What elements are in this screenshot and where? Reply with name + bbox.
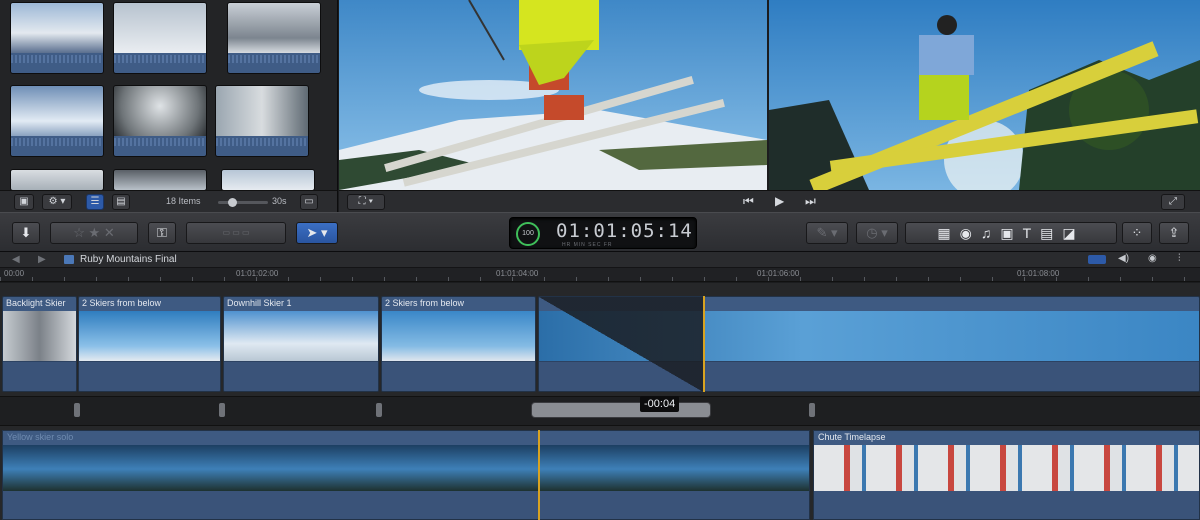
play-icon[interactable]: ▶ [775, 194, 784, 208]
import-icon[interactable]: ⬇ [12, 222, 40, 244]
next-edit-icon[interactable]: ⏭ [805, 194, 816, 209]
list-view-icon[interactable]: ▤ [112, 194, 130, 210]
clip-name: Backlight Skier [6, 298, 66, 308]
timeline-clip[interactable]: Chute Timelapse [813, 430, 1200, 520]
viewer-right-frame [769, 0, 1200, 190]
keyword-icon[interactable]: ⚿ [148, 222, 176, 244]
audio-skimming-icon[interactable]: ◀) [1118, 253, 1129, 264]
clip-thumbnail[interactable] [222, 170, 314, 190]
clip-thumbnail[interactable] [11, 3, 103, 73]
ruler-label: 01:01:04:00 [496, 269, 539, 278]
media-browser-buttons[interactable]: ▦◉♫▣T▤◪ [905, 222, 1117, 244]
ruler-label: 01:01:02:00 [236, 269, 279, 278]
fullscreen-icon[interactable]: ⤢ [1161, 194, 1185, 210]
clip-duration-setting[interactable]: 30s [272, 196, 287, 206]
ruler-label: 01:01:06:00 [757, 269, 800, 278]
sidebar-toggle-icon[interactable]: ▣ [14, 194, 34, 210]
edit-marker[interactable] [219, 403, 225, 417]
snapping-icon[interactable]: ⫶ [1178, 253, 1181, 264]
view-options-icon[interactable]: ⛶ ▾ [347, 194, 385, 210]
select-tool-icon[interactable]: ➤ ▾ [296, 222, 338, 244]
skier-frame-image-2 [769, 0, 1200, 190]
transition-handle[interactable] [531, 402, 711, 418]
timeline-clip[interactable]: 2 Skiers from below [381, 296, 536, 392]
gear-menu-icon[interactable]: ⚙ ▾ [42, 194, 72, 210]
playhead[interactable] [703, 296, 705, 392]
browser-toolbar: ▣ ⚙ ▾ ☰ ▤ 18 Items 30s ▭ [0, 190, 338, 212]
thumbnail-size-slider[interactable] [218, 198, 268, 207]
timeline-clip[interactable]: Yellow skier solo [2, 430, 810, 520]
viewer-left-frame [339, 0, 767, 190]
timeline-clip[interactable]: Downhill Skier 1 [223, 296, 379, 392]
clip-thumbnail[interactable] [114, 170, 206, 190]
playhead-lower [538, 430, 540, 520]
clip-thumbnail[interactable] [216, 86, 308, 156]
clip-thumbnail[interactable] [114, 3, 206, 73]
timeline-clip[interactable]: 2 Skiers from below [78, 296, 221, 392]
clip-thumbnail[interactable] [114, 86, 206, 156]
transition-duration: -00:04 [640, 396, 680, 412]
ruler-label: 01:01:08:00 [1017, 269, 1060, 278]
timeline-clip[interactable]: Backlight Skier [2, 296, 77, 392]
edit-marker[interactable] [809, 403, 815, 417]
clip-thumbnail[interactable] [228, 3, 320, 73]
event-browser [0, 0, 338, 190]
skier-frame-image [339, 0, 767, 190]
clip-name: Chute Timelapse [818, 432, 886, 442]
enhancements-icon[interactable]: ✎ ▾ [806, 222, 848, 244]
clip-name: Yellow skier solo [7, 432, 74, 442]
timecode-units: HR MIN SEC FR [562, 242, 613, 248]
edit-buttons[interactable]: ▭ ▭ ▭ [186, 222, 286, 244]
clip-name: 2 Skiers from below [385, 298, 465, 308]
timeline-clip-yellow-skier[interactable] [538, 296, 1200, 392]
edit-marker[interactable] [74, 403, 80, 417]
progress-ring: 100 [516, 222, 540, 246]
project-name: Ruby Mountains Final [80, 254, 177, 265]
timeline-header: ◀ ▶ Ruby Mountains Final ◀) ◉ ⫶ [0, 252, 1200, 268]
project-icon [64, 255, 74, 264]
clip-name: Downhill Skier 1 [227, 298, 292, 308]
edit-marker[interactable] [376, 403, 382, 417]
transition-overlay [539, 297, 705, 391]
main-toolbar: ⬇ ☆ ★ ✕ ⚿ ▭ ▭ ▭ ➤ ▾ 100 01:01:05:14 HR M… [0, 212, 1200, 252]
viewer-toolbar: ⛶ ▾ ⏮ ▶ ⏭ ⤢ [339, 190, 1200, 212]
clip-thumbnail[interactable] [11, 86, 103, 156]
forward-arrow-icon[interactable]: ▶ [38, 254, 46, 265]
ruler-label: 00:00 [4, 269, 25, 278]
previous-edit-icon[interactable]: ⏮ [743, 194, 754, 209]
inspector-icon[interactable]: ⁘ [1122, 222, 1152, 244]
timecode-value: 01:01:05:14 [556, 220, 693, 242]
appearance-icon[interactable]: ▭ [300, 194, 318, 210]
solo-icon[interactable]: ◉ [1148, 253, 1157, 264]
retime-icon[interactable]: ◷ ▾ [856, 222, 898, 244]
item-count: 18 Items [166, 196, 201, 206]
dashboard-timecode: 100 01:01:05:14 HR MIN SEC FR [509, 217, 697, 249]
clip-appearance-icon[interactable] [1088, 255, 1106, 264]
keyword-rating-buttons[interactable]: ☆ ★ ✕ [50, 222, 138, 244]
share-icon[interactable]: ⇪ [1159, 222, 1189, 244]
filmstrip-view-icon[interactable]: ☰ [86, 194, 104, 210]
timeline-ruler[interactable]: 00:00 01:01:02:00 01:01:04:00 01:01:06:0… [0, 268, 1200, 282]
clip-thumbnail[interactable] [11, 170, 103, 190]
back-arrow-icon[interactable]: ◀ [12, 254, 20, 265]
clip-name: 2 Skiers from below [82, 298, 162, 308]
